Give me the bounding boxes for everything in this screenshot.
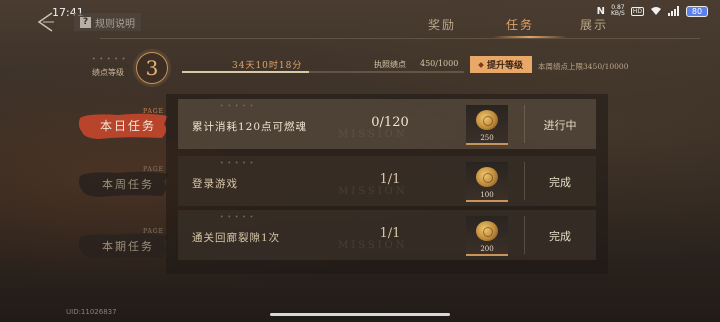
mission-watermark: MISSION: [338, 240, 408, 251]
merit-progress-fill: [182, 71, 309, 73]
task-row[interactable]: • • • • • 登录游戏 MISSION 1/1 100 完成: [178, 156, 596, 206]
task-status: 完成: [549, 230, 571, 243]
home-indicator[interactable]: [270, 313, 450, 316]
category-label: 本日任务: [100, 119, 157, 133]
hd-icon: HD: [630, 6, 644, 16]
decorative-dots: • • • • •: [220, 160, 255, 167]
category-weekly-tasks[interactable]: PAGE 本周任务: [78, 166, 174, 198]
reward-item[interactable]: 100: [466, 162, 508, 202]
active-tab-indicator: [492, 36, 568, 38]
category-label: 本周任务: [102, 178, 154, 191]
reward-amount: 250: [480, 134, 494, 142]
reward-amount: 100: [480, 191, 494, 199]
top-tabs: 奖励 任务 展示: [398, 16, 648, 38]
level-badge: 3: [136, 52, 168, 84]
page-tag: PAGE: [143, 228, 164, 235]
page-tag: PAGE: [143, 108, 164, 115]
mission-watermark: MISSION: [338, 186, 408, 197]
coin-icon: [476, 167, 498, 187]
task-row[interactable]: • • • • • 通关回廊裂隙1次 MISSION 1/1 200 完成: [178, 210, 596, 260]
coin-icon: [476, 221, 498, 241]
signal-icon: [668, 6, 679, 16]
category-period-tasks[interactable]: PAGE 本期任务: [78, 228, 174, 260]
rules-button[interactable]: ? 规则说明: [74, 13, 141, 31]
tab-tasks[interactable]: 任务: [506, 16, 534, 33]
category-label: 本期任务: [102, 240, 154, 253]
task-description: 累计消耗120点可燃魂: [192, 121, 308, 133]
time-remaining: 34天10时18分: [232, 61, 303, 71]
back-arrow-icon[interactable]: [34, 10, 58, 34]
nfc-icon: N: [596, 5, 605, 17]
rules-label: 规则说明: [95, 18, 135, 30]
reward-item[interactable]: 250: [466, 105, 508, 145]
coin-icon: [476, 110, 498, 130]
merit-value: 450/1000: [420, 59, 459, 68]
decorative-dots: • • • • •: [92, 56, 127, 63]
question-icon: ?: [80, 16, 91, 28]
level-label: 绩点等级: [92, 68, 124, 77]
tab-rewards[interactable]: 奖励: [428, 16, 456, 33]
mission-watermark: MISSION: [338, 129, 408, 140]
category-daily-tasks[interactable]: PAGE 本日任务: [78, 108, 174, 140]
task-status: 进行中: [543, 119, 577, 132]
tabs-divider: [100, 38, 700, 39]
page-tag: PAGE: [143, 166, 164, 173]
decorative-dots: • • • • •: [220, 103, 255, 110]
tab-showcase[interactable]: 展示: [580, 16, 608, 33]
task-description: 通关回廊裂隙1次: [192, 232, 281, 244]
task-progress: 1/1: [379, 226, 401, 241]
merit-label: 执照绩点: [374, 60, 406, 69]
diamond-icon: [478, 61, 484, 68]
decorative-dots: • • • • •: [220, 214, 255, 221]
task-progress: 1/1: [379, 172, 401, 187]
task-description: 登录游戏: [192, 178, 238, 190]
reward-item[interactable]: 200: [466, 216, 508, 256]
upgrade-label: 提升等级: [486, 61, 523, 71]
user-id: UID:11026837: [66, 308, 117, 316]
task-progress: 0/120: [371, 115, 409, 130]
wifi-icon: [651, 7, 661, 15]
weekly-cap: 本周绩点上限3450/10000: [538, 62, 629, 71]
reward-amount: 200: [480, 245, 494, 253]
upgrade-level-button[interactable]: 提升等级: [470, 56, 532, 73]
battery-indicator: 80: [686, 5, 708, 17]
task-row[interactable]: • • • • • 累计消耗120点可燃魂 MISSION 0/120 250 …: [178, 99, 596, 149]
task-status: 完成: [549, 176, 571, 189]
